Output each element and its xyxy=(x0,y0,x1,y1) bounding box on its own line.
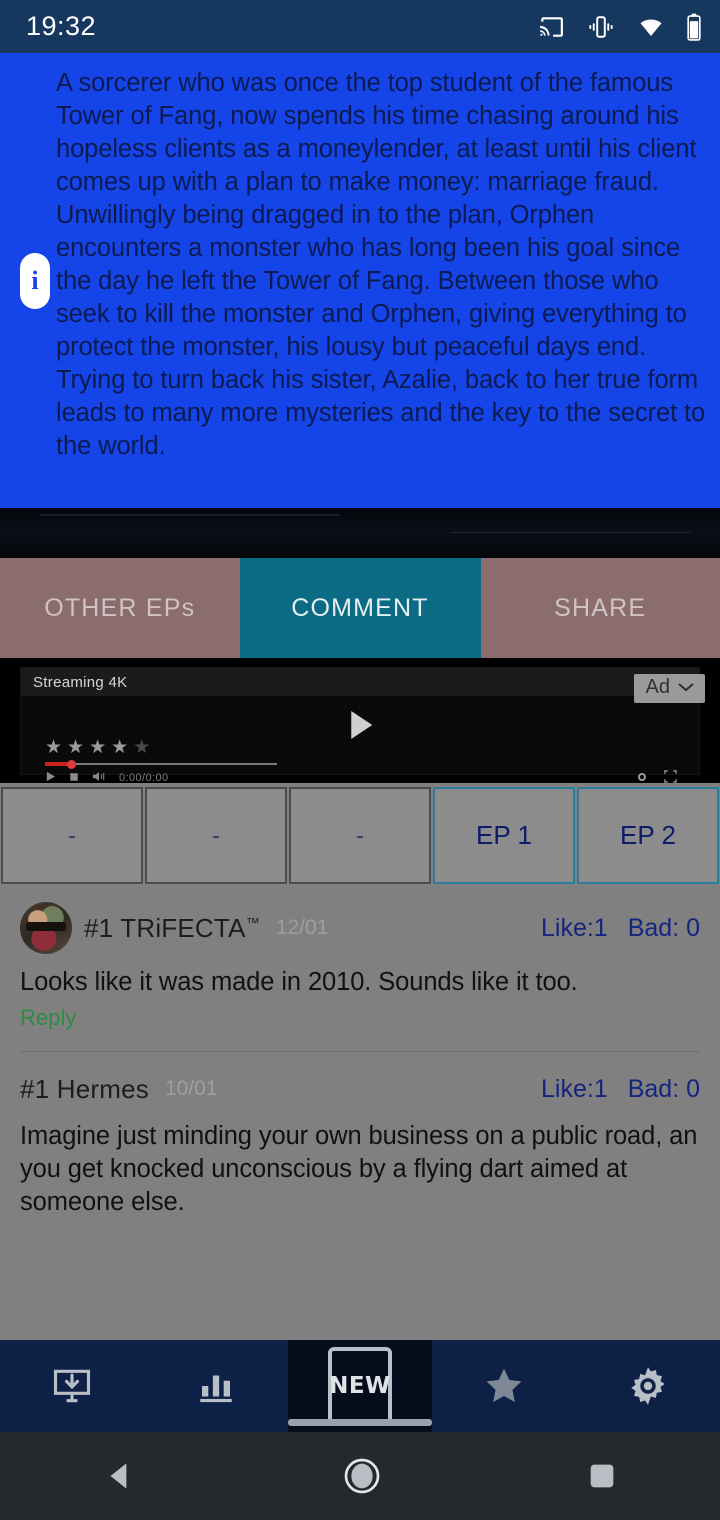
video-backdrop xyxy=(0,508,720,558)
ad-time-display: 0:00/0:00 xyxy=(119,772,169,784)
comment-vote-group: Like:1 Bad: 0 xyxy=(541,1075,700,1104)
comment-header: #1 TRiFECTA™ 12/01 Like:1 Bad: 0 xyxy=(20,898,700,958)
episode-button-row: - - - EP 1 EP 2 xyxy=(0,787,720,884)
ad-control-bar: 0:00/0:00 xyxy=(45,769,677,787)
nav-item-download[interactable] xyxy=(0,1340,144,1432)
recents-icon[interactable] xyxy=(585,1459,619,1493)
episode-button[interactable]: - xyxy=(1,787,143,884)
ad-badge[interactable]: Ad xyxy=(633,674,705,703)
nav-item-new[interactable]: NEW xyxy=(288,1340,432,1432)
star-icon: ★ xyxy=(111,737,129,758)
stop-icon[interactable] xyxy=(69,772,79,785)
ad-progress-knob[interactable] xyxy=(67,760,76,769)
comment-item: #1 TRiFECTA™ 12/01 Like:1 Bad: 0 Looks l… xyxy=(20,884,700,1052)
episode-button-ep2[interactable]: EP 2 xyxy=(577,787,719,884)
comment-vote-group: Like:1 Bad: 0 xyxy=(541,914,700,943)
tab-bar: OTHER EPs COMMENT SHARE xyxy=(0,558,720,658)
chevron-down-icon xyxy=(677,676,695,699)
comment-item: #1 Hermes 10/01 Like:1 Bad: 0 Imagine ju… xyxy=(20,1052,700,1219)
episode-button[interactable]: - xyxy=(145,787,287,884)
synopsis-overlay[interactable]: i A sorcerer who was once the top studen… xyxy=(0,53,720,508)
ad-progress-bar[interactable] xyxy=(45,760,677,769)
synopsis-text: A sorcerer who was once the top student … xyxy=(56,69,706,460)
ad-player-card[interactable]: Streaming 4K Ad ★ ★ ★ ★ ★ 0:00/0:00 xyxy=(0,658,720,784)
vibrate-icon xyxy=(586,14,616,40)
comment-date: 10/01 xyxy=(164,1077,218,1100)
fullscreen-icon[interactable] xyxy=(664,770,677,786)
comment-header: #1 Hermes 10/01 Like:1 Bad: 0 xyxy=(20,1066,700,1112)
status-icon-group xyxy=(536,13,702,41)
ad-rating-stars: ★ ★ ★ ★ ★ xyxy=(45,736,150,759)
star-icon: ★ xyxy=(89,737,107,758)
ad-title-bar: Streaming 4K xyxy=(21,668,699,696)
home-icon[interactable] xyxy=(342,1456,382,1496)
bad-count[interactable]: Bad: 0 xyxy=(628,914,700,943)
bottom-navigation: NEW xyxy=(0,1340,720,1432)
like-count[interactable]: Like:1 xyxy=(541,1075,608,1104)
tab-comment[interactable]: COMMENT xyxy=(239,558,481,658)
episode-button[interactable]: - xyxy=(289,787,431,884)
back-icon[interactable] xyxy=(101,1457,139,1495)
comment-body: Imagine just minding your own business o… xyxy=(20,1122,698,1216)
gear-icon xyxy=(625,1364,671,1408)
status-clock: 19:32 xyxy=(26,11,97,41)
star-icon: ★ xyxy=(67,737,85,758)
wifi-icon xyxy=(636,15,666,39)
new-icon: NEW xyxy=(328,1347,392,1425)
star-icon xyxy=(481,1364,527,1408)
settings-icon[interactable] xyxy=(636,771,648,786)
tab-share[interactable]: SHARE xyxy=(480,558,720,658)
play-icon[interactable] xyxy=(339,704,381,751)
comment-list[interactable]: #1 TRiFECTA™ 12/01 Like:1 Bad: 0 Looks l… xyxy=(0,884,720,1340)
ad-right-controls xyxy=(636,770,677,786)
tab-other-eps[interactable]: OTHER EPs xyxy=(0,558,240,658)
cast-icon xyxy=(536,14,566,40)
ad-title: Streaming 4K xyxy=(33,673,128,691)
download-monitor-icon xyxy=(49,1364,95,1408)
ad-player-frame[interactable]: Streaming 4K Ad ★ ★ ★ ★ ★ 0:00/0:00 xyxy=(20,667,705,784)
reply-link[interactable]: Reply xyxy=(20,999,700,1031)
info-icon: i xyxy=(20,252,50,309)
bad-count[interactable]: Bad: 0 xyxy=(628,1075,700,1104)
comment-body: Looks like it was made in 2010. Sounds l… xyxy=(20,968,578,996)
ad-badge-label: Ad xyxy=(645,676,670,698)
trademark-mark: ™ xyxy=(245,913,260,930)
comment-author: #1 Hermes xyxy=(20,1073,149,1104)
star-icon: ★ xyxy=(45,737,63,758)
info-icon-wrap: i xyxy=(0,53,56,508)
status-bar: 19:32 xyxy=(0,0,720,53)
comment-author: #1 TRiFECTA™ xyxy=(84,912,260,943)
comment-date: 12/01 xyxy=(275,916,329,939)
nav-item-settings[interactable] xyxy=(576,1340,720,1432)
like-count[interactable]: Like:1 xyxy=(541,914,608,943)
avatar[interactable] xyxy=(20,902,72,954)
star-icon-empty: ★ xyxy=(133,737,151,758)
ad-progress-track xyxy=(45,763,277,765)
episode-button-ep1[interactable]: EP 1 xyxy=(433,787,575,884)
battery-icon xyxy=(686,13,702,41)
play-icon-small[interactable] xyxy=(45,771,56,785)
system-navigation-bar xyxy=(0,1432,720,1520)
nav-item-stats[interactable] xyxy=(144,1340,288,1432)
nav-item-favorites[interactable] xyxy=(432,1340,576,1432)
bar-chart-icon xyxy=(194,1365,238,1407)
volume-icon[interactable] xyxy=(92,771,106,785)
